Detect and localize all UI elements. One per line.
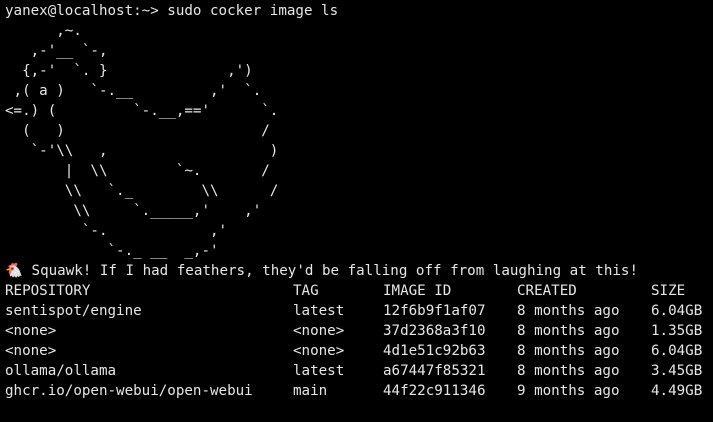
cell-created: 8 months ago — [517, 343, 620, 359]
cell-size: 1.35GB — [651, 323, 703, 339]
cell-size: 6.04GB — [651, 343, 703, 359]
cell-repository: <none> — [5, 343, 57, 359]
table-row: <none> <none> 37d2368a3f10 8 months ago … — [5, 321, 713, 341]
cell-tag: <none> — [293, 343, 345, 359]
header-tag: TAG — [293, 283, 319, 299]
header-repository: REPOSITORY — [5, 283, 91, 299]
cell-image-id: 44f22c911346 — [383, 383, 486, 399]
cell-created: 8 months ago — [517, 303, 620, 319]
cell-repository: <none> — [5, 323, 57, 339]
command-line: yanex@localhost:~> sudo cocker image ls — [5, 3, 339, 19]
cell-image-id: 37d2368a3f10 — [383, 323, 486, 339]
cell-size: 6.04GB — [651, 303, 703, 319]
table-header: REPOSITORY TAG IMAGE ID CREATED SIZE — [5, 281, 713, 301]
cell-repository: ollama/ollama — [5, 363, 117, 379]
cell-tag: latest — [293, 363, 345, 379]
cell-image-id: 12f6b9f1af07 — [383, 303, 486, 319]
cell-image-id: 4d1e51c92b63 — [383, 343, 486, 359]
ascii-chicken-art: ,~. ,-'__ `-, {,-' `. } ,') ,( a ) `-.__… — [5, 23, 279, 259]
cell-size: 3.45GB — [651, 363, 703, 379]
cell-created: 8 months ago — [517, 323, 620, 339]
header-size: SIZE — [651, 283, 686, 299]
cell-tag: latest — [293, 303, 345, 319]
cell-image-id: a67447f85321 — [383, 363, 486, 379]
cell-repository: ghcr.io/open-webui/open-webui — [5, 383, 253, 399]
table-row: ollama/ollama latest a67447f85321 8 mont… — [5, 361, 713, 381]
table-row: <none> <none> 4d1e51c92b63 8 months ago … — [5, 341, 713, 361]
table-row: ghcr.io/open-webui/open-webui main 44f22… — [5, 381, 713, 401]
chicken-icon: 🐔 — [5, 263, 23, 279]
squawk-message: 🐔 Squawk! If I had feathers, they'd be f… — [5, 261, 713, 281]
cell-tag: main — [293, 383, 328, 399]
header-created: CREATED — [517, 283, 577, 299]
cell-created: 8 months ago — [517, 363, 620, 379]
table-row: sentispot/engine latest 12f6b9f1af07 8 m… — [5, 301, 713, 321]
cell-repository: sentispot/engine — [5, 303, 142, 319]
images-table: REPOSITORY TAG IMAGE ID CREATED SIZE sen… — [5, 281, 713, 401]
cell-created: 9 months ago — [517, 383, 620, 399]
cell-size: 4.49GB — [651, 383, 703, 399]
squawk-message-text: Squawk! If I had feathers, they'd be fal… — [23, 263, 638, 279]
cell-tag: <none> — [293, 323, 345, 339]
terminal-window[interactable]: yanex@localhost:~> sudo cocker image ls … — [0, 0, 713, 422]
header-image-id: IMAGE ID — [383, 283, 452, 299]
